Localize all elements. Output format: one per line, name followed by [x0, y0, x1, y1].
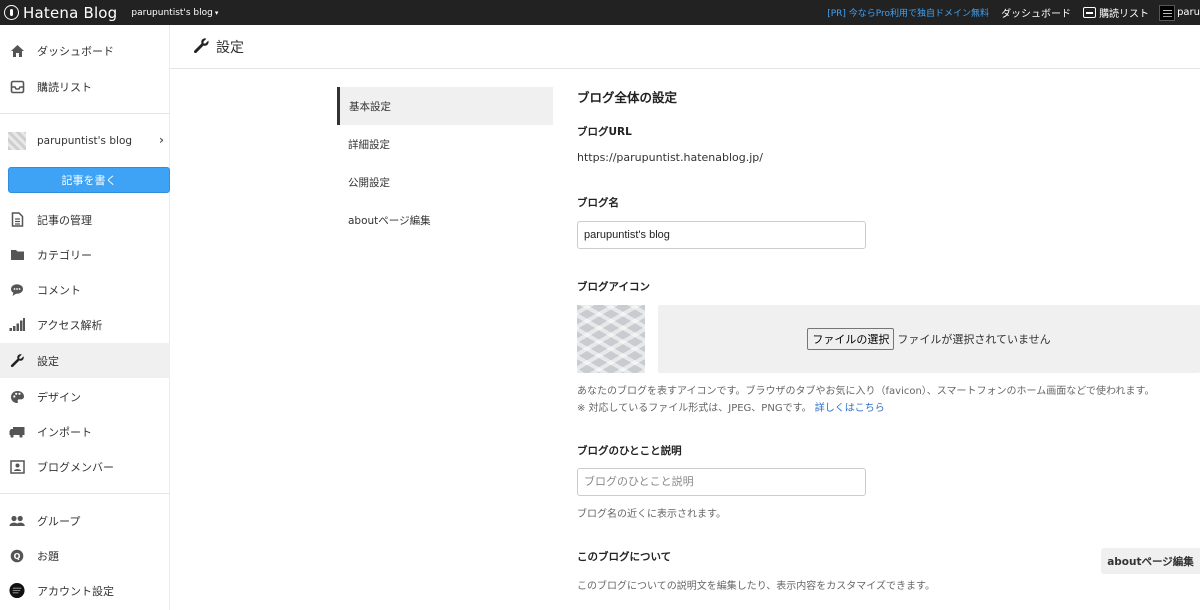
topbar-dashboard-link[interactable]: ダッシュボード: [1001, 5, 1071, 20]
description-label: ブログのひとこと説明: [577, 445, 682, 457]
sidebar-item-label: インポート: [37, 425, 92, 439]
sidebar-divider: [0, 113, 170, 114]
blog-url-label: ブログURL: [577, 126, 632, 138]
sidebar-item-label: デザイン: [37, 390, 81, 404]
chevron-right-icon: ›: [159, 133, 164, 147]
icon-format-note: ※ 対応しているファイル形式は、JPEG、PNGです。 詳しくはこちら: [577, 399, 885, 414]
about-page-edit-button[interactable]: aboutページ編集: [1101, 548, 1200, 574]
subscribe-icon: [1083, 7, 1097, 18]
sidebar: ダッシュボード 購読リスト parupuntist's blog › 記事を書く…: [0, 25, 170, 610]
comment-icon: [9, 282, 25, 298]
caret-down-icon: ▾: [214, 8, 219, 17]
sidebar-item-groups[interactable]: グループ: [0, 503, 170, 538]
icon-format-text: ※ 対応しているファイル形式は、JPEG、PNGです。: [577, 403, 812, 414]
description-input[interactable]: [577, 468, 866, 496]
blog-thumbnail: [8, 132, 26, 150]
sidebar-item-account-settings[interactable]: アカウント設定: [0, 573, 170, 608]
tab-advanced-settings[interactable]: 詳細設定: [337, 125, 553, 163]
blog-name-input[interactable]: [577, 221, 866, 249]
sidebar-item-label: お題: [37, 549, 59, 563]
page-header: 設定: [170, 25, 1200, 69]
description-help-text: ブログ名の近くに表示されます。: [577, 509, 726, 520]
choose-file-button[interactable]: ファイルの選択: [807, 328, 895, 350]
logo-text: Hatena Blog: [23, 3, 118, 22]
tab-basic-settings[interactable]: 基本設定: [337, 87, 553, 125]
sidebar-item-members[interactable]: ブログメンバー: [0, 449, 170, 484]
blog-switcher[interactable]: parupuntist's blog ▾: [131, 8, 218, 18]
icon-upload-area[interactable]: ファイルの選択 ファイルが選択されていません: [658, 305, 1200, 373]
about-blog-label: このブログについて: [577, 551, 672, 563]
sidebar-blog-selector[interactable]: parupuntist's blog ›: [0, 125, 170, 157]
document-icon: [9, 212, 25, 228]
sidebar-item-subscriptions[interactable]: 購読リスト: [0, 69, 170, 104]
hatena-blog-logo[interactable]: Hatena Blog: [4, 4, 117, 22]
sidebar-item-import[interactable]: インポート: [0, 414, 170, 449]
sidebar-item-settings[interactable]: 設定: [0, 343, 170, 378]
user-menu[interactable]: paru: [1159, 4, 1200, 21]
sidebar-item-label: アクセス解析: [37, 318, 103, 332]
sidebar-item-label: 記事の管理: [37, 213, 92, 227]
sidebar-item-label: コメント: [37, 283, 81, 297]
topbar-subscriptions-link[interactable]: 購読リスト: [1083, 5, 1149, 20]
home-icon: [9, 43, 25, 59]
sidebar-item-label: 設定: [37, 354, 59, 368]
avatar: [1159, 4, 1176, 21]
sidebar-item-design[interactable]: デザイン: [0, 379, 170, 414]
tab-about-page-edit[interactable]: aboutページ編集: [337, 201, 553, 239]
page-title: 設定: [216, 39, 244, 56]
pr-link[interactable]: [PR] 今ならPro利用で独自ドメイン無料: [827, 6, 989, 19]
blog-name-label: ブログ名: [577, 197, 619, 209]
write-article-button[interactable]: 記事を書く: [8, 167, 170, 193]
about-blog-help-text: このブログについての説明文を編集したり、表示内容をカスタマイズできます。: [577, 581, 935, 592]
sidebar-blog-name: parupuntist's blog: [37, 135, 133, 147]
sidebar-item-label: ブログメンバー: [37, 460, 114, 474]
sidebar-item-topics[interactable]: Q お題: [0, 538, 170, 573]
bar-chart-icon: [9, 317, 25, 333]
icon-help-text: あなたのブログを表すアイコンです。ブラウザのタブやお気に入り（favicon）、…: [577, 386, 1155, 397]
q-icon: Q: [9, 548, 25, 564]
blog-icon-label: ブログアイコン: [577, 281, 650, 293]
sidebar-item-categories[interactable]: カテゴリー: [0, 237, 170, 272]
svg-text:Q: Q: [14, 552, 21, 561]
blog-url-value: https://parupuntist.hatenablog.jp/: [577, 151, 763, 164]
subscribe-icon: [9, 79, 25, 95]
wrench-icon: [9, 353, 25, 369]
section-title: ブログ全体の設定: [577, 90, 678, 105]
settings-nav: 基本設定 詳細設定 公開設定 aboutページ編集: [337, 87, 553, 239]
sidebar-divider: [0, 493, 170, 494]
sidebar-item-label: ダッシュボード: [37, 44, 114, 58]
tab-publish-settings[interactable]: 公開設定: [337, 163, 553, 201]
sidebar-item-label: アカウント設定: [37, 584, 114, 598]
group-icon: [9, 513, 25, 529]
sidebar-item-articles[interactable]: 記事の管理: [0, 202, 170, 237]
sidebar-item-label: グループ: [37, 514, 81, 528]
folder-icon: [9, 247, 25, 263]
members-icon: [9, 459, 25, 475]
blog-icon-preview: [577, 305, 645, 373]
sidebar-item-dashboard[interactable]: ダッシュボード: [0, 33, 170, 68]
avatar-icon: [9, 582, 25, 599]
sidebar-item-label: カテゴリー: [37, 248, 92, 262]
topbar-subscriptions-label: 購読リスト: [1099, 9, 1150, 20]
top-bar: Hatena Blog parupuntist's blog ▾ [PR] 今な…: [0, 0, 1200, 25]
sidebar-item-comments[interactable]: コメント: [0, 272, 170, 307]
wrench-icon: [193, 37, 210, 57]
user-name: paru: [1177, 7, 1200, 18]
truck-icon: [9, 424, 25, 440]
blog-switcher-label: parupuntist's blog: [131, 7, 213, 18]
file-status-text: ファイルが選択されていません: [897, 334, 1051, 346]
palette-icon: [9, 389, 25, 405]
hatena-logo-icon: [4, 5, 19, 20]
details-link[interactable]: 詳しくはこちら: [815, 403, 885, 414]
sidebar-item-analytics[interactable]: アクセス解析: [0, 307, 170, 342]
sidebar-item-label: 購読リスト: [37, 80, 92, 94]
